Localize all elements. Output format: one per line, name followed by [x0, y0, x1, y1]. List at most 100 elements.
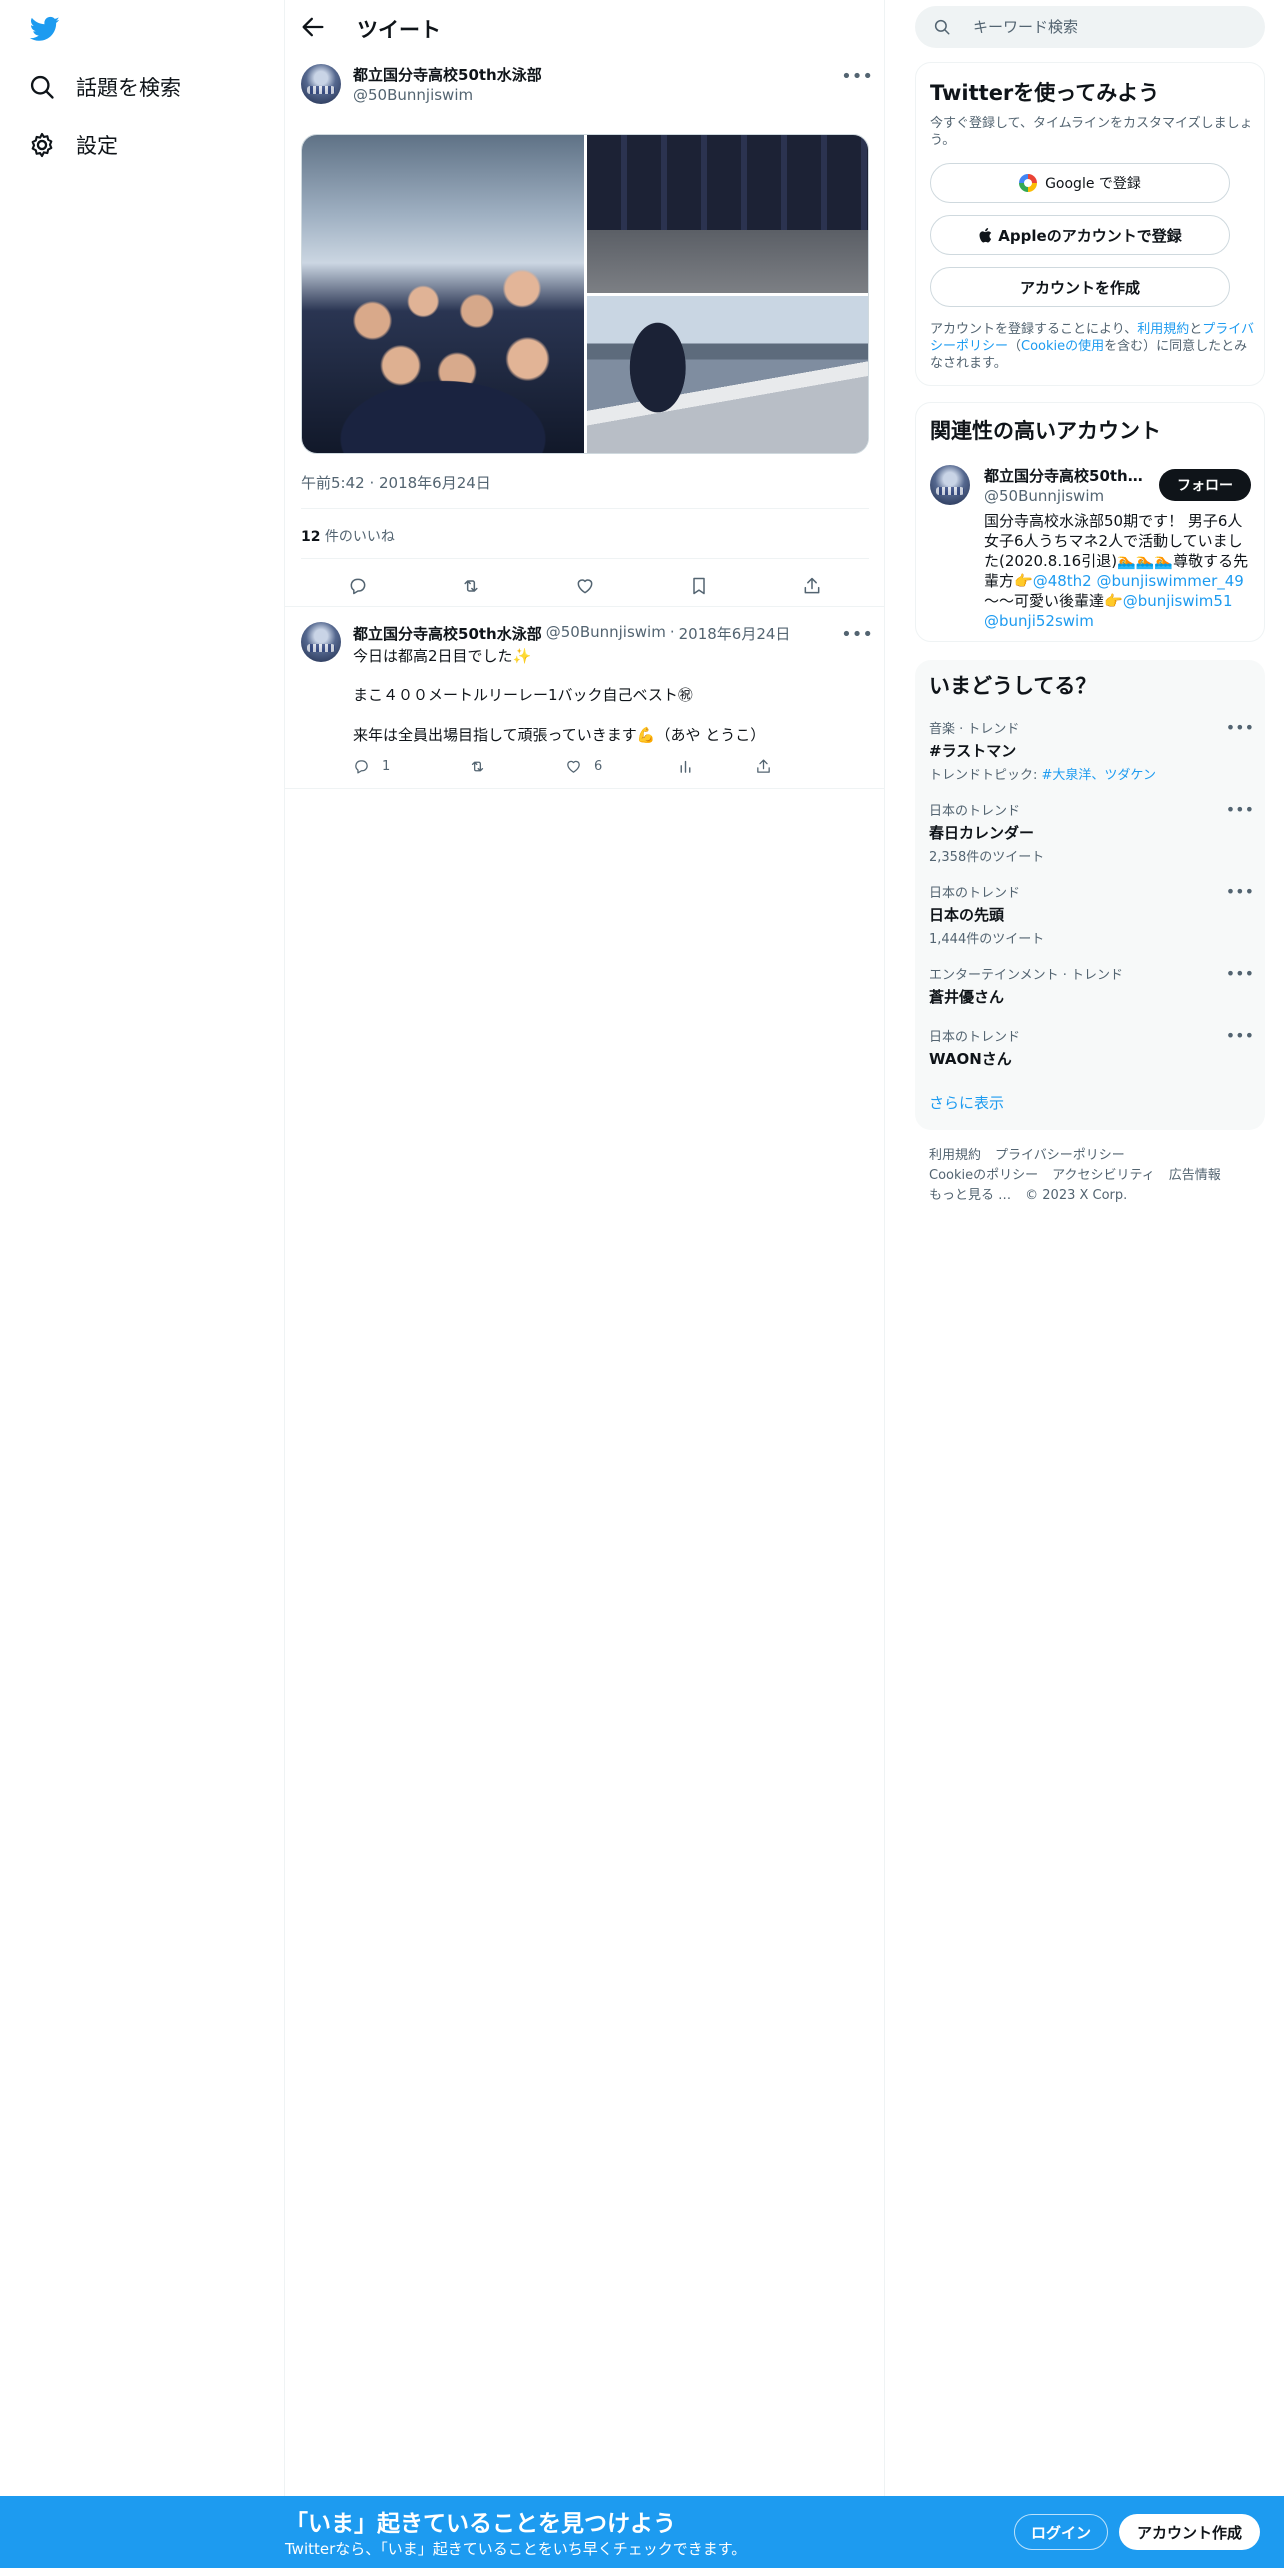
trend-item[interactable]: エンターテインメント · トレンド 蒼井優さん ••• — [929, 964, 1254, 1007]
trend-context: 日本のトレンド — [929, 886, 1021, 901]
footer-link[interactable]: 利用規約 — [929, 1146, 981, 1166]
trend-item[interactable]: 音楽 · トレンド #ラストマン トレンドトピック: #大泉洋、ツダケン ••• — [929, 718, 1254, 783]
like-count: 6 — [594, 759, 603, 774]
reply-button[interactable]: 1 — [353, 758, 469, 775]
more-icon[interactable]: ••• — [841, 64, 873, 88]
nav-explore-label: 話題を検索 — [76, 76, 181, 100]
reply-text-line: 来年は全員出場目指して頑張っていきます💪（あや とうこ） — [353, 726, 766, 744]
footer-link[interactable]: Cookieのポリシー — [929, 1166, 1038, 1186]
reply-icon — [355, 760, 368, 774]
terms-link[interactable]: 利用規約 — [1137, 322, 1189, 337]
related-account-name[interactable]: 都立国分寺高校50th水泳部 — [984, 465, 1144, 486]
search-input[interactable] — [973, 18, 1233, 36]
avatar[interactable] — [301, 622, 341, 662]
trend-item[interactable]: 日本のトレンド WAONさん ••• — [929, 1026, 1254, 1069]
nav-settings[interactable]: 設定 — [28, 125, 118, 165]
pool-deck-photo-icon[interactable] — [587, 296, 868, 453]
views-button[interactable] — [677, 758, 755, 775]
footer-link[interactable]: 広告情報 — [1169, 1166, 1221, 1186]
search-box[interactable] — [915, 6, 1265, 48]
trend-name: 蒼井優さん — [929, 988, 1005, 1006]
nav-settings-label: 設定 — [76, 134, 118, 158]
reply-text-line: 今日は都高2日目でした✨ — [353, 647, 532, 665]
search-icon — [30, 75, 54, 99]
footer-link[interactable]: アクセシビリティ — [1052, 1166, 1155, 1186]
more-icon[interactable]: ••• — [1226, 800, 1254, 819]
bottom-signup-bar: 「いま」起きていることを見つけよう Twitterなら、「いま」起きていることを… — [0, 2496, 1284, 2568]
trend-name: 日本の先頭 — [929, 906, 1005, 924]
reply-header: 都立国分寺高校50th水泳部 @50Bunnjiswim · 2018年6月24… — [353, 623, 790, 644]
trend-topics: トレンドトピック: #大泉洋、ツダケン — [929, 764, 1254, 783]
trend-topics-links[interactable]: #大泉洋、ツダケン — [1042, 768, 1157, 783]
legal-prefix: アカウントを登録することにより、 — [930, 322, 1138, 337]
more-icon[interactable]: ••• — [1226, 1026, 1254, 1045]
bookmark-icon[interactable] — [687, 574, 711, 598]
trends-title: いまどうしてる？ — [929, 674, 1097, 698]
follow-button[interactable]: フォロー — [1159, 469, 1251, 501]
retweet-button[interactable] — [469, 758, 565, 775]
nav-explore[interactable]: 話題を検索 — [28, 67, 181, 107]
signup-button[interactable]: アカウント作成 — [1119, 2514, 1260, 2550]
login-button[interactable]: ログイン — [1014, 2514, 1108, 2550]
signup-panel: Twitterを使ってみよう 今すぐ登録して、タイムラインをカスタマイズしましょ… — [915, 62, 1265, 386]
team-photo-icon[interactable] — [302, 135, 584, 453]
team-backs-photo-icon[interactable] — [587, 135, 868, 293]
trend-context: 日本のトレンド — [929, 1030, 1021, 1045]
trend-item[interactable]: 日本のトレンド 日本の先頭 1,444件のツイート ••• — [929, 882, 1254, 947]
share-icon — [757, 759, 770, 773]
footer-links: 利用規約 プライバシーポリシー Cookieのポリシー アクセシビリティ 広告情報 も… — [929, 1146, 1259, 1206]
views-icon — [680, 760, 691, 773]
google-icon — [1019, 174, 1038, 192]
gear-icon — [31, 132, 53, 158]
footer-link[interactable]: もっと見る … — [929, 1186, 1011, 1206]
legal-and: と — [1189, 322, 1203, 337]
likes-count[interactable]: 12 件のいいね — [301, 526, 395, 546]
reply-icon[interactable] — [346, 574, 370, 598]
copyright: © 2023 X Corp. — [1025, 1188, 1128, 1203]
reply-text-line: まこ４００メートルリーレー1バック自己ベスト㊗ — [353, 686, 693, 704]
mention-link[interactable]: @48th2 — [1033, 572, 1092, 590]
create-account-label: アカウントを作成 — [1019, 278, 1140, 297]
share-button[interactable] — [755, 758, 772, 775]
apple-signup-label: Appleのアカウントで登録 — [998, 226, 1182, 245]
avatar[interactable] — [301, 64, 341, 104]
reply-author-handle[interactable]: @50Bunnjiswim — [546, 623, 666, 644]
retweet-icon[interactable] — [459, 574, 483, 598]
avatar[interactable] — [930, 465, 970, 505]
more-icon[interactable]: ••• — [1226, 718, 1254, 737]
related-title: 関連性の高いアカウント — [930, 419, 1161, 443]
more-icon[interactable]: ••• — [1226, 882, 1254, 901]
twitter-bird-icon[interactable] — [28, 14, 62, 44]
share-icon[interactable] — [800, 574, 824, 598]
retweet-icon — [471, 761, 484, 772]
divider — [285, 788, 885, 789]
left-sidebar: 話題を検索 設定 — [0, 0, 285, 2496]
mention-link[interactable]: @bunjiswimmer_49 — [1097, 572, 1244, 590]
related-account-handle[interactable]: @50Bunnjiswim — [984, 487, 1104, 505]
reply-author-name[interactable]: 都立国分寺高校50th水泳部 — [353, 623, 542, 644]
tweet-author-handle[interactable]: @50Bunnjiswim — [353, 86, 473, 104]
trend-item[interactable]: 日本のトレンド 春日カレンダー 2,358件のツイート ••• — [929, 800, 1254, 865]
arrow-left-icon[interactable] — [299, 13, 327, 41]
create-account-button[interactable]: アカウントを作成 — [930, 267, 1230, 307]
google-signup-button[interactable]: Google で登録 — [930, 163, 1230, 203]
cookie-link[interactable]: Cookieの使用 — [1021, 339, 1104, 354]
mention-link[interactable]: @bunjiswim51 — [1123, 592, 1233, 610]
search-icon — [934, 19, 950, 35]
legal-paren-open: （ — [1008, 339, 1022, 354]
more-icon[interactable]: ••• — [841, 622, 873, 646]
trend-tweet-count: 2,358件のツイート — [929, 850, 1045, 865]
like-button[interactable]: 6 — [565, 758, 677, 775]
more-icon[interactable]: ••• — [1226, 964, 1254, 983]
reply-date[interactable]: 2018年6月24日 — [679, 623, 791, 644]
tweet-timestamp[interactable]: 午前5:42 · 2018年6月24日 — [301, 472, 491, 493]
apple-signup-button[interactable]: Appleのアカウントで登録 — [930, 215, 1230, 255]
footer-link[interactable]: プライバシーポリシー — [995, 1146, 1125, 1166]
divider — [301, 508, 869, 509]
main-column: ツイート 都立国分寺高校50th水泳部 @50Bunnjiswim ••• 午前… — [285, 0, 885, 2496]
google-signup-label: Google で登録 — [1045, 176, 1141, 192]
tweet-author-name[interactable]: 都立国分寺高校50th水泳部 — [353, 64, 542, 85]
show-more-link[interactable]: さらに表示 — [929, 1092, 1004, 1113]
like-icon[interactable] — [573, 574, 597, 598]
mention-link[interactable]: @bunji52swim — [984, 612, 1094, 630]
